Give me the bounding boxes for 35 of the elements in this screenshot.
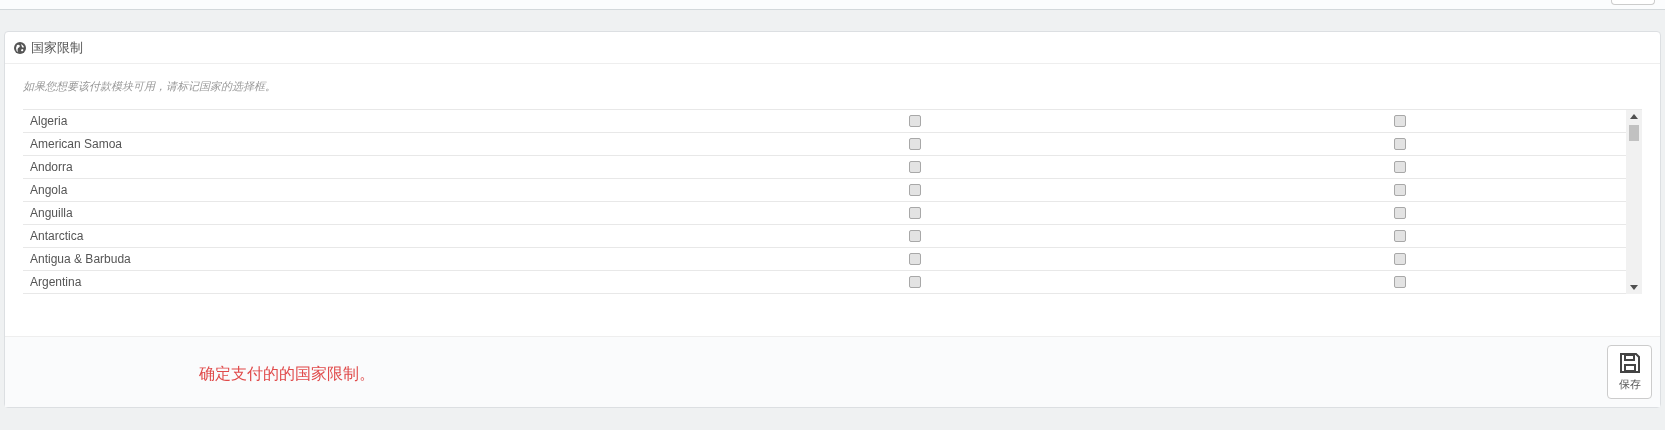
country-name: Antarctica: [30, 227, 85, 245]
checkbox[interactable]: [1394, 252, 1406, 265]
toolbar-button[interactable]: [1611, 0, 1655, 5]
checkbox[interactable]: [909, 160, 921, 173]
checkbox[interactable]: [1394, 229, 1406, 242]
checkbox[interactable]: [909, 114, 921, 127]
checkbox[interactable]: [909, 275, 921, 288]
country-name: Angola: [30, 181, 69, 199]
scroll-up-icon[interactable]: [1630, 113, 1638, 119]
checkbox[interactable]: [909, 137, 921, 150]
country-name: Argentina: [30, 273, 83, 291]
checkbox[interactable]: [909, 252, 921, 265]
country-name: Antigua & Barbuda: [30, 250, 132, 268]
checkbox[interactable]: [1394, 160, 1406, 173]
checkbox[interactable]: [909, 183, 921, 196]
scroll-down-icon[interactable]: [1630, 284, 1638, 290]
scrollbar[interactable]: [1626, 109, 1642, 294]
checkbox[interactable]: [909, 229, 921, 242]
hint-text: 如果您想要该付款模块可用，请标记国家的选择框。: [23, 79, 277, 94]
panel-title: 国家限制: [31, 38, 83, 57]
checkbox[interactable]: [1394, 137, 1406, 150]
checkbox[interactable]: [1394, 183, 1406, 196]
country-name: Anguilla: [30, 204, 74, 222]
annotation-text: 确定支付的的国家限制。: [199, 363, 375, 384]
checkbox[interactable]: [909, 206, 921, 219]
checkbox[interactable]: [1394, 114, 1406, 127]
checkbox[interactable]: [1394, 275, 1406, 288]
save-button[interactable]: 保存: [1607, 345, 1652, 399]
globe-icon: [14, 41, 26, 54]
scroll-thumb[interactable]: [1629, 124, 1639, 141]
country-name: Algeria: [30, 112, 69, 130]
country-name: American Samoa: [30, 135, 124, 153]
save-icon: [1618, 351, 1641, 374]
checkbox[interactable]: [1394, 206, 1406, 219]
country-name: Andorra: [30, 158, 74, 176]
